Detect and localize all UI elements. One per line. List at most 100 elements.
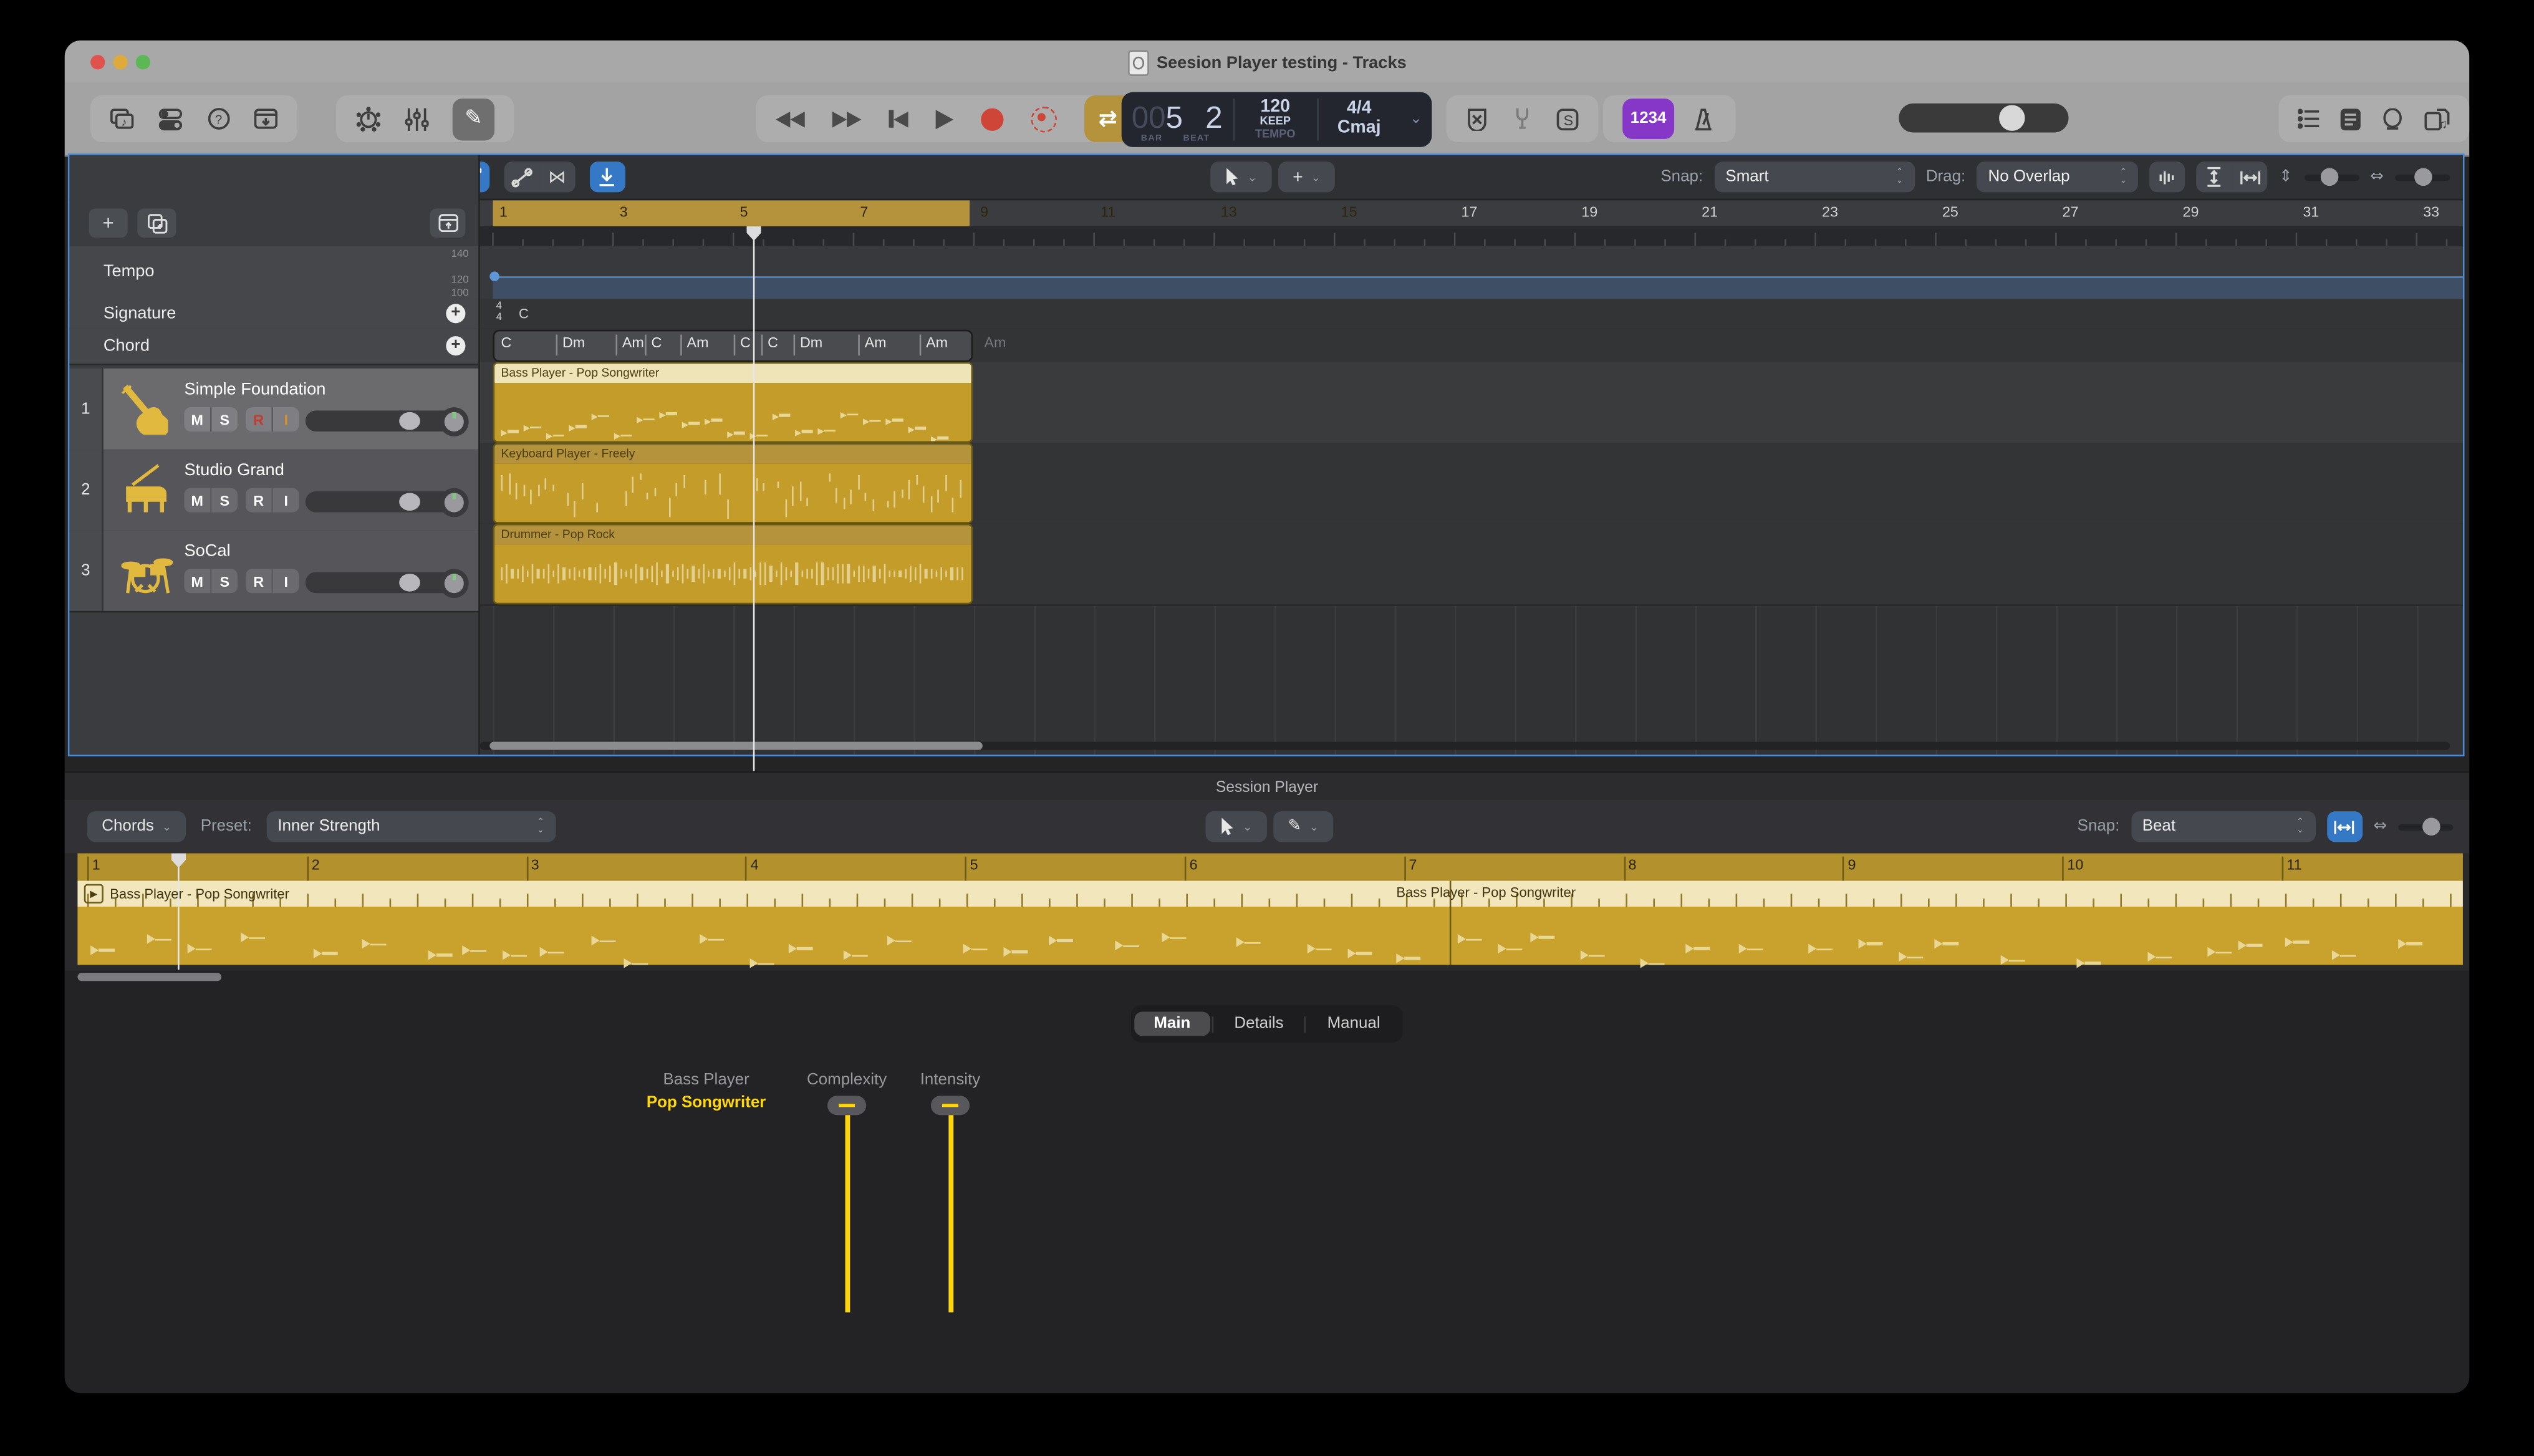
sp-playhead[interactable] <box>178 853 180 970</box>
lcd-display[interactable]: 005 2 BAR BEAT 120 KEEP TEMPO 4/4 Cmaj ⌄ <box>1122 92 1432 147</box>
track-header[interactable]: 1 Simple Foundation MS RI <box>69 369 478 451</box>
command-click-tool-menu[interactable]: +⌄ <box>1278 162 1336 192</box>
horizontal-zoom-slider[interactable] <box>2395 174 2450 180</box>
capture-recording-button[interactable] <box>1030 106 1056 132</box>
region-play-icon[interactable]: ▶ <box>84 884 104 904</box>
sp-region-body[interactable] <box>77 907 2462 965</box>
record-button[interactable] <box>980 107 1003 130</box>
mixer-icon[interactable] <box>404 106 430 132</box>
sp-pencil-tool-menu[interactable]: ✎⌄ <box>1273 811 1334 842</box>
sp-region-header[interactable]: ▶ Bass Player - Pop Songwriter Bass Play… <box>77 881 2462 907</box>
track-lane[interactable]: Drummer - Pop Rock <box>480 524 2463 606</box>
solo-icon[interactable]: S <box>1556 107 1579 130</box>
chord-item[interactable]: C <box>761 335 778 356</box>
track-volume-slider[interactable] <box>306 572 454 593</box>
editors-button[interactable]: ✎ <box>453 98 494 140</box>
chord-item[interactable]: C <box>645 335 662 356</box>
sp-left-click-tool-menu[interactable]: ⌄ <box>1205 811 1266 842</box>
track-pan-knob[interactable] <box>440 488 469 518</box>
track-pan-knob[interactable] <box>440 569 469 598</box>
left-click-tool-menu[interactable]: ⌄ <box>1210 162 1271 192</box>
input-monitor-button[interactable]: I <box>271 488 299 513</box>
master-volume-slider[interactable] <box>1899 104 2068 133</box>
bar-ruler[interactable]: 13579111315171921232527293133 <box>480 200 2463 228</box>
sp-snap-select[interactable]: Beat⌃⌄ <box>2131 811 2315 842</box>
tempo-lane[interactable] <box>480 246 2463 301</box>
midi-region[interactable]: Drummer - Pop Rock <box>493 524 973 605</box>
horizontal-auto-zoom-button[interactable] <box>2232 162 2268 192</box>
mute-button[interactable]: M <box>184 488 210 513</box>
punch-icon[interactable] <box>1466 107 1488 130</box>
volume-knob[interactable] <box>1999 105 2025 130</box>
chord-item[interactable]: Am <box>680 335 708 356</box>
browsers-icon[interactable]: ♫ <box>2424 107 2450 130</box>
track-lane[interactable]: Bass Player - Pop Songwriter <box>480 362 2463 445</box>
input-monitor-button[interactable]: I <box>271 407 299 431</box>
tuner-icon[interactable] <box>1511 107 1533 131</box>
chord-item[interactable]: Am <box>858 335 886 356</box>
tab-details[interactable]: Details <box>1215 1011 1303 1036</box>
metronome-icon[interactable] <box>1689 106 1716 132</box>
automation-button[interactable] <box>504 162 539 192</box>
flex-button[interactable]: ⋈ <box>539 162 575 192</box>
add-chord-icon[interactable]: + <box>446 336 465 355</box>
chord-item[interactable]: Am <box>920 335 948 356</box>
chord-item[interactable]: Dm <box>556 335 585 356</box>
library-icon[interactable]: ♪ <box>110 107 135 130</box>
solo-button[interactable]: S <box>210 407 238 431</box>
chords-menu-button[interactable]: Chords⌄ <box>87 811 186 842</box>
quick-help-icon[interactable]: ? <box>207 107 231 131</box>
tempo-lane-header[interactable]: Tempo 140120100 <box>69 246 478 301</box>
inspector-icon[interactable] <box>254 108 278 130</box>
snap-select[interactable]: Smart⌃⌄ <box>1714 162 1914 192</box>
sp-horizontal-auto-zoom-button[interactable] <box>2326 811 2362 842</box>
sp-bar-ruler[interactable]: 1234567891011 <box>77 853 2462 880</box>
chord-lane[interactable]: CDmAmCAmCCDmAmAmAm <box>480 328 2463 364</box>
record-enable-button[interactable]: R <box>246 569 271 593</box>
mute-button[interactable]: M <box>184 407 210 431</box>
forward-button[interactable] <box>832 111 862 127</box>
chord-item[interactable]: Dm <box>794 335 823 356</box>
stop-go-to-beginning-button[interactable] <box>889 110 907 128</box>
vertical-zoom-slider[interactable] <box>2304 174 2359 180</box>
chord-item[interactable]: Am <box>615 335 643 356</box>
add-track-button[interactable]: + <box>89 208 128 238</box>
horizontal-scrollbar[interactable] <box>480 742 2450 750</box>
catch-playhead-button[interactable] <box>589 162 625 192</box>
preset-select[interactable]: Inner Strength⌃⌄ <box>266 811 556 842</box>
sp-zoom-slider[interactable] <box>2398 824 2453 830</box>
track-volume-slider[interactable] <box>306 491 454 513</box>
waveform-zoom-button[interactable] <box>2150 162 2185 192</box>
signature-lane[interactable]: 44 C <box>480 299 2463 329</box>
track-header[interactable]: 2 Studio Grand MS RI <box>69 450 478 532</box>
play-button[interactable] <box>935 109 953 128</box>
solo-button[interactable]: S <box>210 488 238 513</box>
smart-controls-icon[interactable] <box>355 106 381 132</box>
vertical-auto-zoom-button[interactable] <box>2197 162 2232 192</box>
record-enable-button[interactable]: R <box>246 407 271 431</box>
mute-button[interactable]: M <box>184 569 210 593</box>
track-name[interactable]: Studio Grand <box>184 461 284 480</box>
chord-item[interactable]: C <box>496 335 512 356</box>
count-in-button[interactable]: 1234 <box>1622 99 1674 139</box>
chord-item[interactable]: Am <box>980 335 1006 356</box>
track-volume-slider[interactable] <box>306 410 454 431</box>
track-name[interactable]: Simple Foundation <box>184 380 325 399</box>
chord-item[interactable]: C <box>734 335 751 356</box>
track-header[interactable]: 3 SoCal MS RI <box>69 530 478 612</box>
hide-groups-button[interactable] <box>430 208 465 238</box>
record-enable-button[interactable]: R <box>246 488 271 513</box>
tempo-curve[interactable] <box>493 276 2462 299</box>
toggles-icon[interactable] <box>158 107 184 130</box>
cycle-range[interactable] <box>493 200 970 226</box>
drag-select[interactable]: No Overlap⌃⌄ <box>1977 162 2138 192</box>
note-pads-icon[interactable] <box>2340 107 2361 130</box>
chord-lane-header[interactable]: Chord + <box>69 328 478 365</box>
lcd-options-chevron[interactable]: ⌄ <box>1400 92 1432 147</box>
midi-region[interactable]: Bass Player - Pop Songwriter <box>493 362 973 443</box>
track-name[interactable]: SoCal <box>184 541 230 561</box>
track-lane[interactable]: Keyboard Player - Freely <box>480 443 2463 525</box>
input-monitor-button[interactable]: I <box>271 569 299 593</box>
tab-main[interactable]: Main <box>1134 1011 1210 1036</box>
sp-scrollbar[interactable] <box>65 970 2470 986</box>
